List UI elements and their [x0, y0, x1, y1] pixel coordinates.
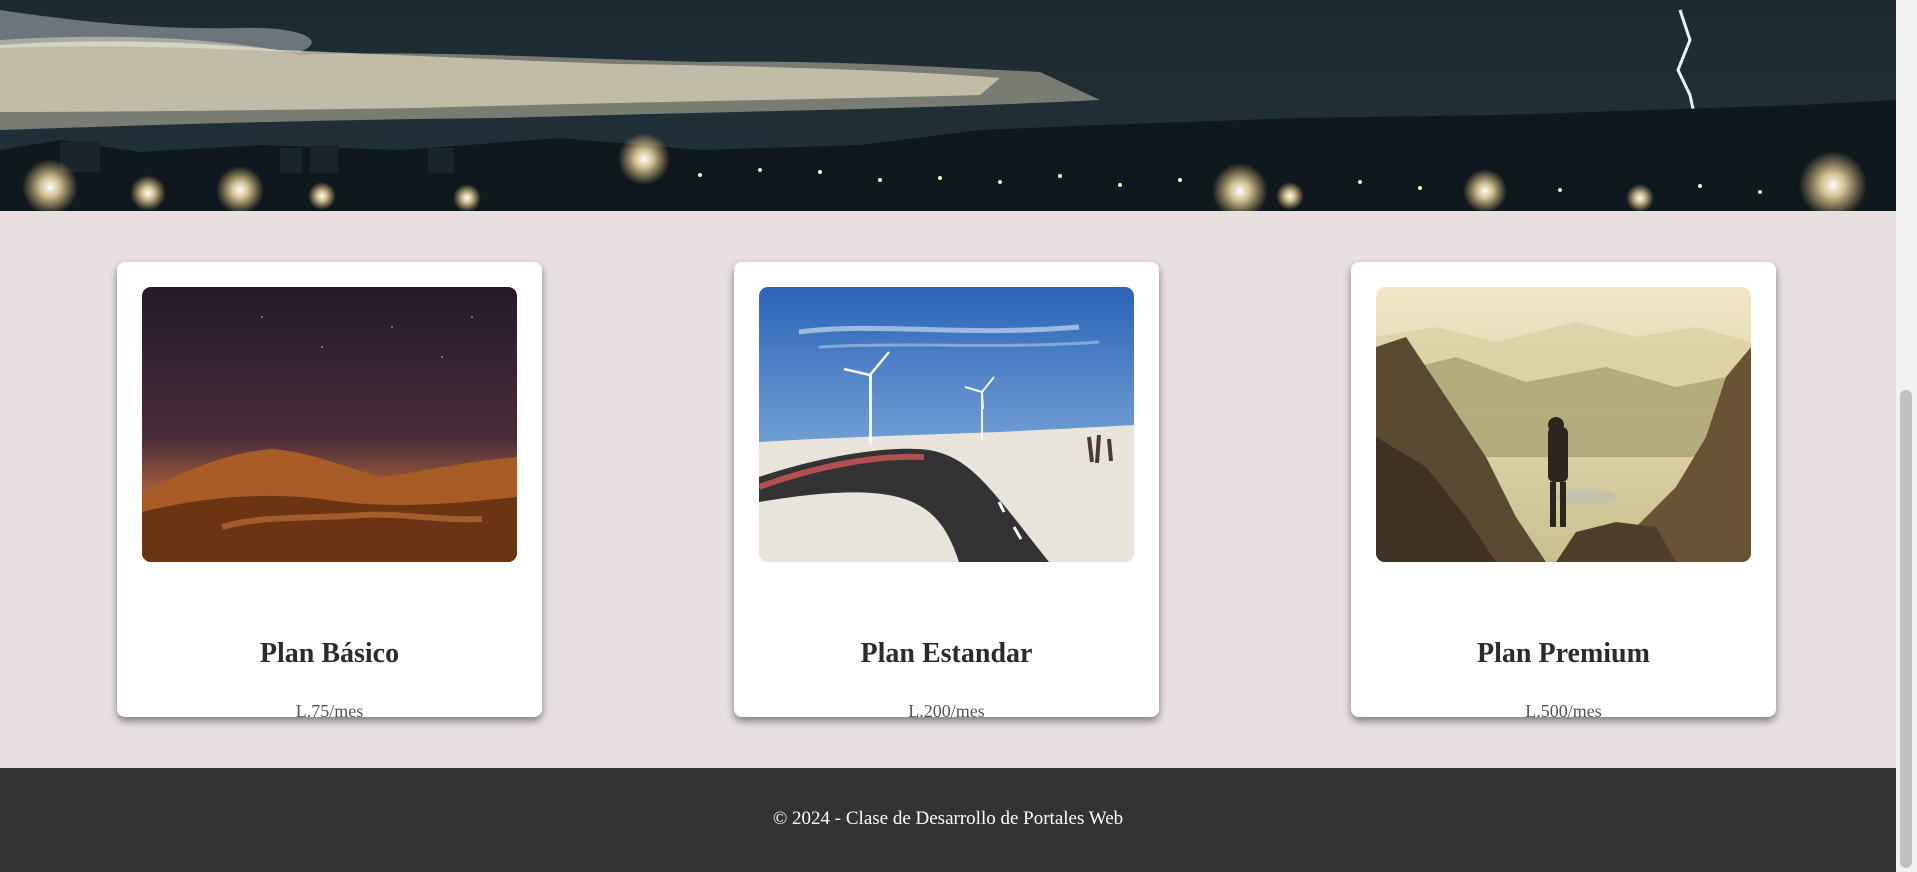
scrollbar-thumb[interactable]: [1900, 390, 1912, 868]
plan-card-image: [1376, 287, 1751, 562]
plan-title: Plan Básico: [259, 638, 400, 669]
footer: © 2024 - Clase de Desarrollo de Portales…: [0, 768, 1896, 872]
plan-price: L.500/mes: [1525, 701, 1602, 721]
desert-night-image: [142, 287, 517, 562]
footer-copyright: © 2024 - Clase de Desarrollo de Portales…: [772, 808, 1124, 829]
mountain-hiker-image: [1376, 287, 1751, 562]
night-city-lightning-image: [0, 0, 1896, 211]
plans-section: Plan Básico L.75/mes Plan Estandar L.200…: [0, 211, 1896, 768]
road-wind-turbines-image: [759, 287, 1134, 562]
plan-card-image: [142, 287, 517, 562]
vertical-scrollbar[interactable]: [1896, 0, 1917, 872]
hero-banner: [0, 0, 1896, 211]
plan-price: L.75/mes: [295, 701, 364, 721]
plan-card-premium: Plan Premium L.500/mes: [1351, 262, 1776, 721]
plan-title: Plan Premium: [1477, 638, 1650, 669]
plan-card-estandar: Plan Estandar L.200/mes: [734, 262, 1159, 721]
plan-card-basico: Plan Básico L.75/mes: [117, 262, 542, 721]
plan-price: L.200/mes: [908, 701, 985, 721]
plan-card-image: [759, 287, 1134, 562]
plan-title: Plan Estandar: [860, 638, 1033, 669]
